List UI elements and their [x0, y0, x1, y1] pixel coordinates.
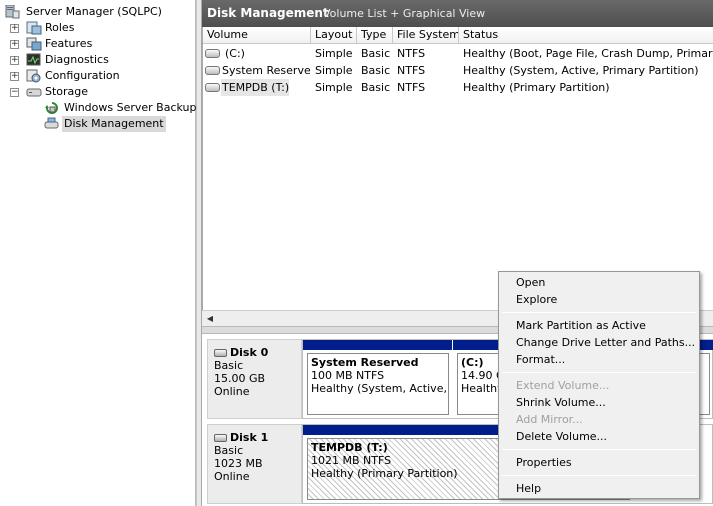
- drive-icon: [205, 66, 220, 75]
- fs-cell: NTFS: [397, 47, 426, 60]
- expand-icon[interactable]: +: [10, 40, 19, 49]
- expand-icon[interactable]: +: [10, 56, 19, 65]
- menu-separator: [502, 312, 696, 313]
- tree-item-windows-server-backup[interactable]: Windows Server Backup: [44, 100, 197, 116]
- drive-icon: [205, 49, 220, 58]
- fs-cell: NTFS: [397, 81, 426, 94]
- navigation-tree: Server Manager (SQLPC) + Roles + Feature…: [0, 0, 197, 506]
- tree-item-features[interactable]: + Features: [8, 36, 188, 52]
- column-header-layout[interactable]: Layout: [311, 27, 357, 44]
- column-header-file-system[interactable]: File System: [393, 27, 459, 44]
- tree-item-label: Roles: [45, 21, 75, 34]
- disk-icon: [214, 349, 227, 357]
- storage-icon: [26, 88, 42, 97]
- expand-icon[interactable]: +: [10, 72, 19, 81]
- tree-item-storage[interactable]: − Storage: [8, 84, 188, 100]
- disk-state: Online: [214, 385, 250, 398]
- menu-item-delete-volume[interactable]: Delete Volume...: [516, 429, 607, 445]
- table-row-selected[interactable]: TEMPDB (T:) Simple Basic NTFS Healthy (P…: [203, 79, 713, 96]
- partition-name: System Reserved: [311, 356, 419, 369]
- type-cell: Basic: [361, 47, 391, 60]
- collapse-icon[interactable]: −: [10, 88, 19, 97]
- menu-item-add-mirror: Add Mirror...: [516, 413, 583, 426]
- column-header-volume[interactable]: Volume: [203, 27, 311, 44]
- partition-size: 100 MB NTFS: [311, 369, 385, 382]
- backup-icon: [45, 102, 58, 114]
- tree-item-label: Disk Management: [62, 116, 166, 132]
- disk-type: Basic: [214, 444, 244, 457]
- volume-cell: TEMPDB (T:): [221, 79, 289, 96]
- tree-item-label: Storage: [45, 85, 89, 98]
- partition-status: Healthy (System, Active, Pr: [311, 382, 449, 395]
- tree-item-diagnostics[interactable]: + Diagnostics: [8, 52, 188, 68]
- type-cell: Basic: [361, 81, 391, 94]
- configuration-icon: [26, 69, 41, 83]
- disk-name: Disk 1: [214, 431, 301, 444]
- table-row[interactable]: System Reserved Simple Basic NTFS Health…: [203, 62, 713, 79]
- view-mode-label: Volume List + Graphical View: [323, 7, 486, 20]
- disk-0-label[interactable]: Disk 0 Basic 15.00 GB Online: [207, 339, 302, 419]
- status-cell: Healthy (Primary Partition): [463, 81, 610, 94]
- tree-item-label: Diagnostics: [45, 53, 109, 66]
- table-row[interactable]: (C:) Simple Basic NTFS Healthy (Boot, Pa…: [203, 45, 713, 62]
- tree-root-server-manager[interactable]: Server Manager (SQLPC): [4, 4, 164, 20]
- roles-icon: [26, 21, 42, 35]
- scroll-left-icon[interactable]: ◀: [203, 312, 217, 325]
- partition-system-reserved[interactable]: System Reserved 100 MB NTFS Healthy (Sys…: [303, 340, 452, 418]
- partition-bar: [303, 340, 452, 350]
- expand-icon[interactable]: +: [10, 24, 19, 33]
- menu-item-help[interactable]: Help: [516, 481, 541, 497]
- panel-header: Disk Management Volume List + Graphical …: [202, 0, 713, 27]
- disk-icon: [214, 434, 227, 442]
- disk-management-icon: [44, 117, 59, 129]
- menu-item-open[interactable]: Open: [516, 275, 545, 291]
- disk-name-text: Disk 0: [230, 346, 269, 359]
- tree-item-label: Features: [45, 37, 93, 50]
- layout-cell: Simple: [315, 64, 353, 77]
- column-header-status[interactable]: Status: [459, 27, 713, 44]
- type-cell: Basic: [361, 64, 391, 77]
- menu-separator: [502, 475, 696, 476]
- fs-cell: NTFS: [397, 64, 426, 77]
- menu-item-mark-partition-active[interactable]: Mark Partition as Active: [516, 318, 646, 334]
- diagnostics-icon: [26, 53, 41, 66]
- tree-item-label: Configuration: [45, 69, 120, 82]
- drive-icon: [205, 83, 220, 92]
- disk-state: Online: [214, 470, 250, 483]
- panel-title: Disk Management: [207, 6, 329, 20]
- disk-name: Disk 0: [214, 346, 301, 359]
- volume-cell: (C:): [225, 47, 245, 60]
- column-header-type[interactable]: Type: [357, 27, 393, 44]
- server-manager-icon: [5, 5, 20, 19]
- disk-1-label[interactable]: Disk 1 Basic 1023 MB Online: [207, 424, 302, 504]
- tree-item-roles[interactable]: + Roles: [8, 20, 188, 36]
- partition-box: System Reserved 100 MB NTFS Healthy (Sys…: [307, 353, 449, 415]
- tree-item-disk-management[interactable]: Disk Management: [44, 116, 194, 132]
- disk-name-text: Disk 1: [230, 431, 269, 444]
- disk-size: 15.00 GB: [214, 372, 266, 385]
- context-menu: Open Explore Mark Partition as Active Ch…: [498, 271, 700, 499]
- tree-root-label: Server Manager (SQLPC): [26, 5, 162, 18]
- menu-item-shrink-volume[interactable]: Shrink Volume...: [516, 395, 606, 411]
- tree-item-label: Windows Server Backup: [64, 101, 197, 114]
- menu-item-change-drive-letter[interactable]: Change Drive Letter and Paths...: [516, 335, 695, 351]
- status-cell: Healthy (System, Active, Primary Partiti…: [463, 64, 699, 77]
- menu-item-properties[interactable]: Properties: [516, 455, 572, 471]
- status-cell: Healthy (Boot, Page File, Crash Dump, Pr…: [463, 47, 713, 60]
- volume-cell: System Reserved: [222, 64, 310, 77]
- menu-separator: [502, 449, 696, 450]
- menu-separator: [502, 372, 696, 373]
- menu-item-extend-volume: Extend Volume...: [516, 379, 610, 392]
- menu-item-explore[interactable]: Explore: [516, 292, 557, 308]
- volume-list: Volume Layout Type File System Status (C…: [202, 27, 713, 310]
- tree-item-configuration[interactable]: + Configuration: [8, 68, 188, 84]
- layout-cell: Simple: [315, 47, 353, 60]
- menu-item-format[interactable]: Format...: [516, 352, 565, 368]
- disk-size: 1023 MB: [214, 457, 263, 470]
- features-icon: [26, 37, 42, 51]
- layout-cell: Simple: [315, 81, 353, 94]
- disk-type: Basic: [214, 359, 244, 372]
